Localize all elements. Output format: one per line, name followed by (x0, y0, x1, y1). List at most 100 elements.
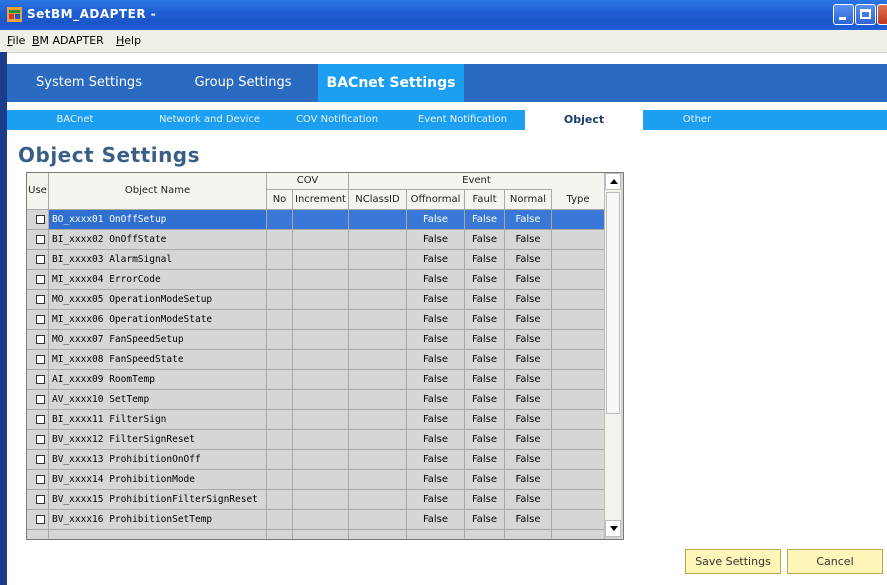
cov-increment-cell[interactable] (293, 410, 349, 430)
type-cell[interactable] (552, 370, 605, 390)
use-checkbox[interactable] (36, 275, 45, 284)
offnormal-cell[interactable]: False (407, 430, 465, 450)
fault-cell[interactable]: False (465, 350, 505, 370)
object-name-cell[interactable]: BI_xxxx11 FilterSign (49, 410, 267, 430)
scroll-down-button[interactable] (605, 520, 621, 537)
table-row[interactable]: MI_xxxx08 FanSpeedState False False False (27, 350, 605, 370)
cov-no-cell[interactable] (267, 230, 293, 250)
use-checkbox[interactable] (36, 435, 45, 444)
object-name-cell[interactable]: BI_xxxx03 AlarmSignal (49, 250, 267, 270)
cov-increment-cell[interactable] (293, 430, 349, 450)
type-cell[interactable] (552, 310, 605, 330)
cov-no-cell[interactable] (267, 290, 293, 310)
table-row[interactable]: MO_xxxx07 FanSpeedSetup False False False (27, 330, 605, 350)
menu-bm-adapter[interactable]: BM ADAPTER (32, 34, 104, 47)
type-cell[interactable] (552, 410, 605, 430)
use-checkbox[interactable] (36, 455, 45, 464)
table-row[interactable]: BV_xxxx14 ProhibitionMode False False False (27, 470, 605, 490)
normal-cell[interactable]: False (505, 270, 552, 290)
cov-increment-cell[interactable] (293, 210, 349, 230)
offnormal-cell[interactable]: False (407, 350, 465, 370)
cov-no-cell[interactable] (267, 470, 293, 490)
object-name-cell[interactable]: MI_xxxx06 OperationModeState (49, 310, 267, 330)
offnormal-cell[interactable]: False (407, 390, 465, 410)
object-table[interactable]: Use Object Name COV No Increment Event N… (26, 172, 624, 540)
cov-no-cell[interactable] (267, 530, 293, 539)
type-cell[interactable] (552, 530, 605, 539)
fault-cell[interactable]: False (465, 310, 505, 330)
use-checkbox[interactable] (36, 355, 45, 364)
fault-cell[interactable]: False (465, 410, 505, 430)
type-cell[interactable] (552, 290, 605, 310)
table-row[interactable]: MI_xxxx06 OperationModeState False False Fa… (27, 310, 605, 330)
object-name-cell[interactable]: BI_xxxx02 OnOffState (49, 230, 267, 250)
minimize-button[interactable] (833, 4, 854, 25)
cov-increment-cell[interactable] (293, 310, 349, 330)
normal-cell[interactable]: False (505, 430, 552, 450)
nclassid-cell[interactable] (349, 490, 407, 510)
nclassid-cell[interactable] (349, 270, 407, 290)
use-checkbox[interactable] (36, 395, 45, 404)
cov-no-cell[interactable] (267, 390, 293, 410)
subtab-network-and-device[interactable]: Network and Device (147, 110, 272, 130)
table-row[interactable] (27, 530, 605, 539)
object-name-cell[interactable]: AV_xxxx10 SetTemp (49, 390, 267, 410)
nclassid-cell[interactable] (349, 370, 407, 390)
cov-increment-cell[interactable] (293, 470, 349, 490)
cov-increment-cell[interactable] (293, 330, 349, 350)
offnormal-cell[interactable]: False (407, 250, 465, 270)
cov-no-cell[interactable] (267, 350, 293, 370)
normal-cell[interactable] (505, 530, 552, 539)
object-name-cell[interactable]: MO_xxxx05 OperationModeSetup (49, 290, 267, 310)
menu-file[interactable]: File (7, 34, 25, 47)
use-checkbox-cell[interactable] (27, 210, 49, 230)
object-name-cell[interactable]: BV_xxxx16 ProhibitionSetTemp (49, 510, 267, 530)
fault-cell[interactable]: False (465, 270, 505, 290)
save-settings-button[interactable]: Save Settings (685, 549, 781, 574)
use-checkbox[interactable] (36, 495, 45, 504)
table-row[interactable]: MI_xxxx04 ErrorCode False False False (27, 270, 605, 290)
normal-cell[interactable]: False (505, 210, 552, 230)
fault-cell[interactable]: False (465, 470, 505, 490)
fault-cell[interactable]: False (465, 370, 505, 390)
use-checkbox-cell[interactable] (27, 450, 49, 470)
cov-no-cell[interactable] (267, 210, 293, 230)
type-cell[interactable] (552, 230, 605, 250)
cov-increment-cell[interactable] (293, 290, 349, 310)
normal-cell[interactable]: False (505, 310, 552, 330)
use-checkbox[interactable] (36, 315, 45, 324)
use-checkbox-cell[interactable] (27, 250, 49, 270)
cov-no-cell[interactable] (267, 450, 293, 470)
object-name-cell[interactable]: BV_xxxx13 ProhibitionOnOff (49, 450, 267, 470)
object-name-cell[interactable]: BO_xxxx01 OnOffSetup (49, 210, 267, 230)
normal-cell[interactable]: False (505, 370, 552, 390)
fault-cell[interactable]: False (465, 210, 505, 230)
use-checkbox-cell[interactable] (27, 390, 49, 410)
table-row[interactable]: AV_xxxx10 SetTemp False False False (27, 390, 605, 410)
normal-cell[interactable]: False (505, 230, 552, 250)
object-name-cell[interactable] (49, 530, 267, 539)
fault-cell[interactable]: False (465, 510, 505, 530)
use-checkbox-cell[interactable] (27, 410, 49, 430)
offnormal-cell[interactable]: False (407, 470, 465, 490)
offnormal-cell[interactable]: False (407, 290, 465, 310)
use-checkbox-cell[interactable] (27, 330, 49, 350)
nclassid-cell[interactable] (349, 350, 407, 370)
cov-no-cell[interactable] (267, 270, 293, 290)
cov-increment-cell[interactable] (293, 530, 349, 539)
normal-cell[interactable]: False (505, 290, 552, 310)
nclassid-cell[interactable] (349, 510, 407, 530)
fault-cell[interactable]: False (465, 290, 505, 310)
scroll-thumb[interactable] (606, 192, 620, 414)
cov-increment-cell[interactable] (293, 230, 349, 250)
subtab-object[interactable]: Object (525, 110, 643, 130)
use-checkbox[interactable] (36, 415, 45, 424)
tab-bacnet-settings[interactable]: BACnet Settings (318, 64, 464, 102)
maximize-button[interactable] (855, 4, 876, 25)
cov-increment-cell[interactable] (293, 450, 349, 470)
use-checkbox-cell[interactable] (27, 270, 49, 290)
cov-no-cell[interactable] (267, 370, 293, 390)
normal-cell[interactable]: False (505, 410, 552, 430)
cov-no-cell[interactable] (267, 510, 293, 530)
nclassid-cell[interactable] (349, 310, 407, 330)
